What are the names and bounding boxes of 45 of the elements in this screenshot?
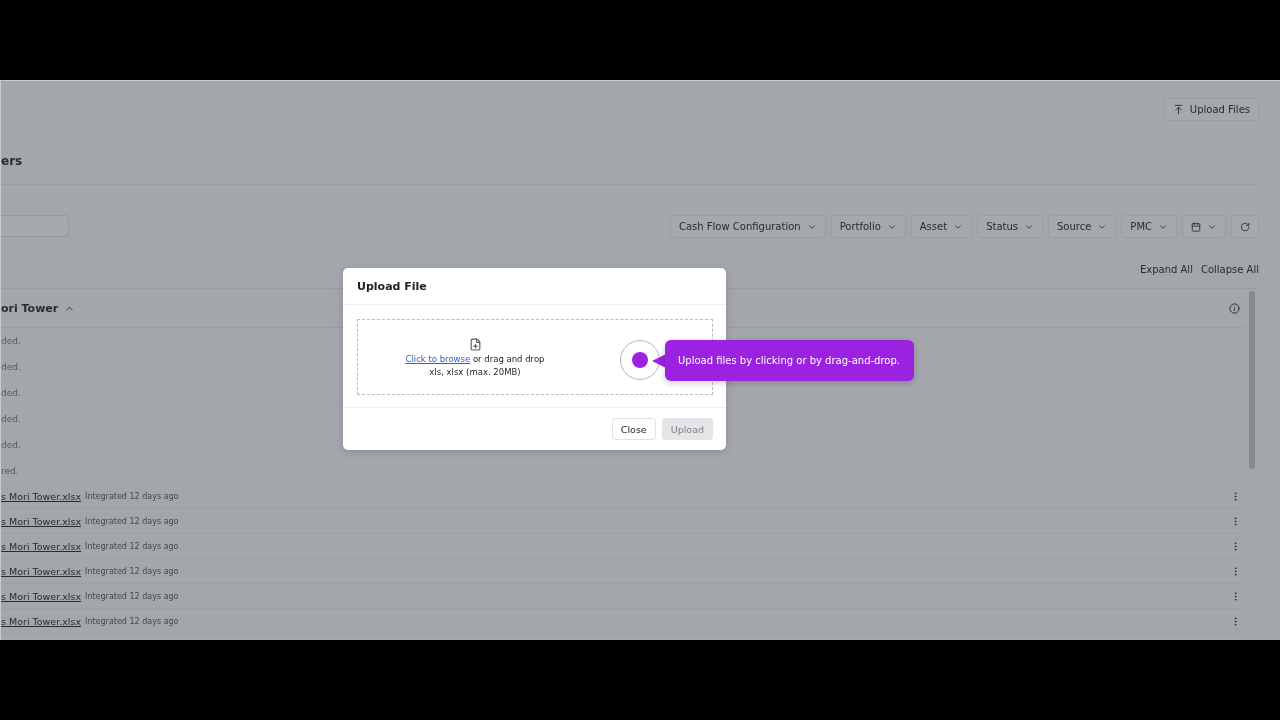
file-status: Integrated 12 days ago bbox=[85, 491, 179, 501]
dialog-button[interactable]: Close bbox=[611, 418, 656, 440]
filter-dropdown[interactable]: Status bbox=[977, 215, 1043, 238]
dialog-title: Upload File bbox=[357, 279, 427, 293]
filter-dropdown[interactable]: Source bbox=[1048, 215, 1117, 238]
tooltip: Upload files by clicking or by drag-and-drop. bbox=[665, 340, 914, 381]
expand-collapse-button[interactable]: Expand All bbox=[1139, 261, 1193, 277]
note-text: ded. bbox=[1, 336, 21, 346]
file-link[interactable]: s Mori Tower.xlsx bbox=[1, 615, 82, 627]
file-plus-icon bbox=[468, 337, 482, 351]
filter-dropdown[interactable]: Cash Flow Configuration bbox=[669, 215, 826, 238]
file-link[interactable]: s Mori Tower.xlsx bbox=[1, 490, 82, 502]
page-title: ers bbox=[1, 153, 23, 168]
file-formats-text: xls, xlsx (max. 20MB) bbox=[429, 366, 521, 377]
info-icon[interactable] bbox=[1229, 302, 1240, 314]
hotspot-marker[interactable] bbox=[620, 340, 660, 380]
group-title: ori Tower bbox=[1, 301, 59, 315]
note-text: ded. bbox=[1, 414, 21, 424]
note-text: ded. bbox=[1, 388, 21, 398]
upload-icon bbox=[1172, 104, 1184, 115]
note-text: red. bbox=[1, 466, 19, 476]
file-link[interactable]: s Mori Tower.xlsx bbox=[1, 590, 82, 602]
file-status: Integrated 12 days ago bbox=[85, 541, 179, 551]
filter-dropdown[interactable]: PMC bbox=[1121, 215, 1177, 238]
note-text: ded. bbox=[1, 362, 21, 372]
file-link[interactable]: s Mori Tower.xlsx bbox=[1, 515, 82, 527]
refresh-icon bbox=[1240, 221, 1250, 232]
date-filter-dropdown[interactable] bbox=[1182, 215, 1226, 238]
file-status: Integrated 12 days ago bbox=[85, 616, 179, 626]
file-link[interactable]: s Mori Tower.xlsx bbox=[1, 540, 82, 552]
file-status: Integrated 12 days ago bbox=[85, 516, 179, 526]
upload-files-button[interactable]: Upload Files bbox=[1163, 98, 1259, 121]
note-text: ded. bbox=[1, 440, 21, 450]
file-status: Integrated 12 days ago bbox=[85, 566, 179, 576]
filter-dropdown[interactable]: Asset bbox=[910, 215, 973, 238]
browse-link[interactable]: Click to browse bbox=[405, 353, 471, 364]
refresh-button[interactable] bbox=[1231, 215, 1259, 238]
scrollbar-thumb[interactable] bbox=[1249, 291, 1255, 469]
file-status: Integrated 12 days ago bbox=[85, 591, 179, 601]
expand-collapse-button[interactable]: Collapse All bbox=[1200, 261, 1259, 277]
file-link[interactable]: s Mori Tower.xlsx bbox=[1, 565, 82, 577]
filter-dropdown[interactable]: Portfolio bbox=[830, 215, 906, 238]
calendar-icon bbox=[1191, 221, 1201, 232]
search-field[interactable] bbox=[1, 215, 69, 237]
drop-instructions: Click to browse or drag and drop bbox=[405, 353, 545, 364]
